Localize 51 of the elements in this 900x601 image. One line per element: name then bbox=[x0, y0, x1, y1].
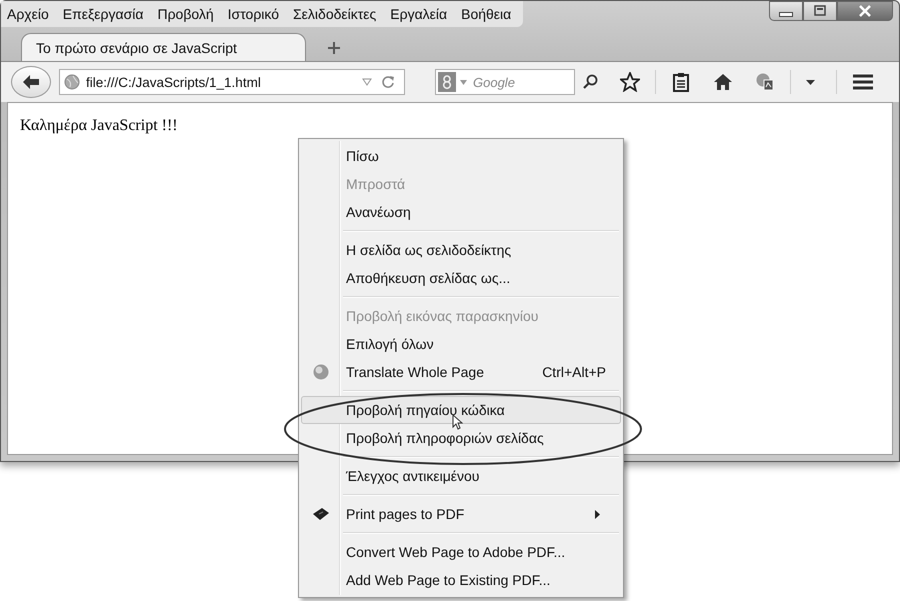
menu-item[interactable]: Add Web Page to Existing PDF... bbox=[301, 566, 621, 594]
shortcut-text: Ctrl+Alt+P bbox=[542, 364, 607, 380]
dropdown-caret-icon bbox=[460, 80, 467, 84]
menu-item[interactable]: Αποθήκευση σελίδας ως... bbox=[301, 264, 621, 292]
page-text: Καλημέρα JavaScript !!! bbox=[20, 117, 178, 135]
menu-bar-item[interactable]: Εργαλεία bbox=[388, 6, 450, 22]
close-button[interactable] bbox=[837, 1, 893, 21]
menu-bar-item[interactable]: Σελιδοδείκτες bbox=[291, 6, 378, 22]
dropdown-triangle-icon bbox=[362, 78, 372, 86]
clipboard-icon bbox=[671, 72, 691, 92]
menu-icon bbox=[852, 73, 874, 91]
home-icon bbox=[713, 72, 733, 92]
extension-icon bbox=[755, 72, 775, 92]
menu-item[interactable]: Convert Web Page to Adobe PDF... bbox=[301, 538, 621, 566]
submenu-arrow-icon bbox=[595, 510, 600, 518]
tablet-icon bbox=[312, 507, 330, 521]
menu-bar-item[interactable]: Αρχείο bbox=[5, 6, 51, 22]
menu-bar-item[interactable]: Ιστορικό bbox=[226, 6, 282, 22]
search-icon bbox=[582, 74, 598, 90]
dropdown-caret-icon bbox=[806, 80, 815, 84]
menu-item[interactable]: Print pages to PDF bbox=[301, 500, 621, 528]
globe-icon bbox=[64, 74, 80, 90]
menu-bar-item[interactable]: Επεξεργασία bbox=[60, 6, 146, 22]
menu-item[interactable]: Ανανέωση bbox=[301, 198, 621, 226]
address-text: file:///C:/JavaScripts/1_1.html bbox=[86, 74, 262, 90]
search-input[interactable]: Google bbox=[471, 74, 555, 90]
globe-icon bbox=[313, 364, 329, 380]
minimize-icon bbox=[779, 12, 793, 16]
close-icon bbox=[858, 5, 872, 17]
star-button[interactable] bbox=[617, 69, 643, 95]
menu-item[interactable]: Προβολή πληροφοριών σελίδας bbox=[301, 424, 621, 452]
search-field[interactable]: Google bbox=[435, 69, 575, 95]
maximize-icon bbox=[813, 5, 827, 17]
plus-icon bbox=[327, 41, 341, 55]
minimize-button[interactable] bbox=[769, 1, 803, 21]
star-icon bbox=[620, 72, 640, 92]
menu-item[interactable]: Επιλογή όλων bbox=[301, 330, 621, 358]
menu-bar-item[interactable]: Προβολή bbox=[155, 6, 216, 22]
search-engine-icon bbox=[438, 72, 456, 92]
reload-icon bbox=[381, 75, 395, 89]
menu-item[interactable]: Translate Whole Page Ctrl+Alt+P bbox=[301, 358, 621, 386]
back-arrow-icon bbox=[22, 74, 40, 90]
address-field[interactable]: file:///C:/JavaScripts/1_1.html bbox=[59, 69, 405, 95]
menu-item[interactable]: Έλεγχος αντικειμένου bbox=[301, 462, 621, 490]
menu-item[interactable]: Πίσω bbox=[301, 142, 621, 170]
menu-item[interactable]: Η σελίδα ως σελιδοδείκτης bbox=[301, 236, 621, 264]
back-button[interactable] bbox=[11, 66, 51, 98]
menu-item[interactable]: Προβολή πηγαίου κώδικα bbox=[301, 396, 621, 424]
menu-bar-item[interactable]: Βοήθεια bbox=[459, 6, 514, 22]
maximize-button[interactable] bbox=[803, 1, 837, 21]
browser-tab[interactable]: Το πρώτο σενάριο σε JavaScript bbox=[21, 33, 306, 61]
